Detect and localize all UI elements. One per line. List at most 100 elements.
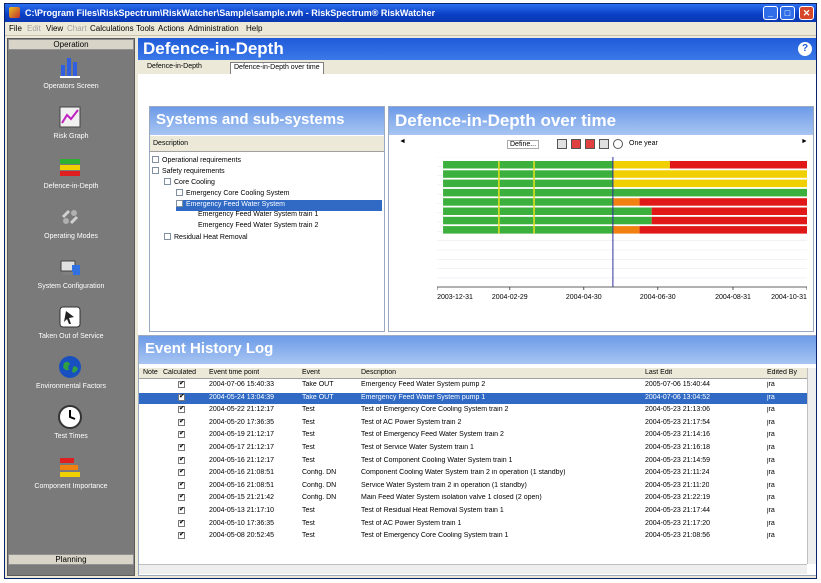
- sidebar-item-environmental-factors[interactable]: Environmental Factors: [8, 355, 134, 405]
- title-bar[interactable]: C:\Program Files\RiskSpectrum\RiskWatche…: [5, 4, 816, 22]
- sidebar-item-defence-in-depth[interactable]: Defence-in-Depth: [8, 155, 134, 205]
- checkmark-icon[interactable]: [178, 532, 185, 540]
- table-row[interactable]: 2004-05-19 21:12:17 Test Test of Emergency…: [139, 430, 807, 441]
- checkmark-icon[interactable]: [178, 393, 185, 401]
- calendar-red-icon[interactable]: [571, 139, 581, 149]
- calculated-checkbox[interactable]: [178, 381, 185, 390]
- maximize-button[interactable]: □: [780, 6, 795, 20]
- sidebar-item-operators-screen[interactable]: Operators Screen: [8, 55, 134, 105]
- tree-item[interactable]: Residual Heat Removal: [164, 233, 382, 244]
- table-row[interactable]: 2004-05-08 20:52:45 Test Test of Emergency…: [139, 531, 807, 542]
- checkmark-icon[interactable]: [178, 507, 185, 514]
- table-row[interactable]: 2004-05-16 21:08:51 Config. DN Component C…: [139, 468, 807, 479]
- calculated-checkbox[interactable]: [178, 406, 185, 415]
- menu-view[interactable]: View: [46, 24, 63, 33]
- vertical-scrollbar[interactable]: [807, 368, 816, 564]
- column-header-calculated[interactable]: Calculated: [163, 369, 196, 376]
- horizontal-scrollbar[interactable]: [139, 564, 807, 574]
- define-button[interactable]: Define...: [507, 140, 540, 149]
- calendar-icon[interactable]: [599, 139, 609, 149]
- table-row[interactable]: 2004-05-10 17:36:35 Test Test of AC Power …: [139, 519, 807, 530]
- app-icon[interactable]: [9, 7, 20, 18]
- help-icon[interactable]: ?: [798, 42, 812, 56]
- table-row-selected[interactable]: 2004-05-24 13:04:39 Take OUT Emergency Fee…: [139, 392, 807, 404]
- menu-edit[interactable]: Edit: [27, 24, 41, 33]
- column-header-event-time[interactable]: Event time point: [209, 369, 259, 376]
- checkmark-icon[interactable]: [178, 519, 185, 527]
- expand-icon[interactable]: [152, 156, 159, 163]
- sidebar-item-taken-out-of-service[interactable]: Taken Out of Service: [8, 305, 134, 355]
- sidebar-planning-header[interactable]: Planning: [8, 554, 134, 565]
- calendar-icon[interactable]: [557, 139, 567, 149]
- calculated-checkbox[interactable]: [178, 431, 185, 440]
- period-label[interactable]: One year: [629, 140, 658, 147]
- checkmark-icon[interactable]: [178, 481, 185, 489]
- column-header-edited-by[interactable]: Edited By: [767, 369, 797, 376]
- table-row[interactable]: 2004-05-17 21:12:17 Test Test of Service W…: [139, 443, 807, 454]
- menu-administration[interactable]: Administration: [188, 24, 239, 33]
- calculated-checkbox[interactable]: [178, 456, 185, 466]
- tab-defence-in-depth-over-time[interactable]: Defence-in-Depth over time: [230, 62, 324, 74]
- scroll-right-icon[interactable]: ►: [801, 138, 808, 145]
- column-header-description[interactable]: Description: [361, 369, 396, 376]
- sidebar-item-component-importance[interactable]: Component Importance: [8, 455, 134, 505]
- tree-item-selected[interactable]: Emergency Feed Water System: [176, 200, 382, 211]
- column-header-last-edit[interactable]: Last Edit: [645, 369, 672, 376]
- checkmark-icon[interactable]: [178, 444, 185, 451]
- close-button[interactable]: ✕: [799, 6, 814, 20]
- checkmark-icon[interactable]: [178, 381, 185, 388]
- menu-chart[interactable]: Chart: [67, 24, 87, 33]
- calculated-checkbox[interactable]: [178, 494, 185, 503]
- tree-item[interactable]: Emergency Feed Water System train 2: [198, 222, 382, 233]
- expand-icon[interactable]: [164, 233, 171, 240]
- table-row[interactable]: 2004-05-15 21:21:42 Config. DN Main Feed W…: [139, 493, 807, 504]
- tab-defence-in-depth[interactable]: Defence-in-Depth: [144, 62, 205, 74]
- checkmark-icon[interactable]: [178, 418, 185, 426]
- calculated-checkbox[interactable]: [178, 532, 185, 541]
- checkmark-icon[interactable]: [178, 494, 185, 502]
- tree-item[interactable]: Emergency Feed Water System train 1: [198, 211, 382, 222]
- menu-help[interactable]: Help: [246, 24, 262, 33]
- sidebar-item-risk-graph[interactable]: Risk Graph: [8, 105, 134, 155]
- scroll-left-icon[interactable]: ◄: [399, 138, 406, 145]
- tree-item[interactable]: Operational requirements: [152, 156, 382, 167]
- tree-item[interactable]: Emergency Core Cooling System: [176, 189, 382, 200]
- tree-item[interactable]: Safety requirements: [152, 167, 382, 178]
- clock-icon[interactable]: [613, 139, 623, 149]
- sidebar-item-system-configuration[interactable]: System Configuration: [8, 255, 134, 305]
- collapse-icon[interactable]: [164, 178, 171, 185]
- calculated-checkbox[interactable]: [178, 418, 185, 428]
- tree-item[interactable]: Core Cooling: [164, 178, 382, 189]
- calculated-checkbox[interactable]: [178, 469, 185, 478]
- table-row[interactable]: 2004-07-06 15:40:33 Take OUT Emergency Fee…: [139, 380, 807, 391]
- defence-timeline-chart[interactable]: 2003-12-31 2004-02-29 2004-04-30 2004-06-30…: [437, 157, 807, 305]
- calculated-checkbox[interactable]: [178, 481, 185, 491]
- calculated-checkbox[interactable]: [178, 507, 185, 516]
- column-header-note[interactable]: Note: [143, 369, 158, 376]
- calculated-checkbox[interactable]: [178, 393, 185, 403]
- description-column-header[interactable]: Description: [150, 136, 384, 152]
- collapse-icon[interactable]: [152, 167, 159, 174]
- sidebar-operation-header[interactable]: Operation: [8, 39, 134, 50]
- expand-icon[interactable]: [176, 189, 183, 196]
- minimize-button[interactable]: _: [763, 6, 778, 20]
- calculated-checkbox[interactable]: [178, 444, 185, 453]
- checkmark-icon[interactable]: [178, 469, 185, 477]
- menu-tools[interactable]: Tools: [136, 24, 155, 33]
- checkmark-icon[interactable]: [178, 456, 185, 464]
- menu-calculations[interactable]: Calculations: [90, 24, 134, 33]
- table-row[interactable]: 2004-05-16 21:08:51 Config. DN Service Wat…: [139, 481, 807, 492]
- menu-file[interactable]: File: [9, 24, 22, 33]
- calculated-checkbox[interactable]: [178, 519, 185, 529]
- table-row[interactable]: 2004-05-20 17:36:35 Test Test of AC Power …: [139, 418, 807, 429]
- checkmark-icon[interactable]: [178, 406, 185, 414]
- table-row[interactable]: 2004-05-13 21:17:10 Test Test of Residual …: [139, 506, 807, 517]
- table-row[interactable]: 2004-05-22 21:12:17 Test Test of Emergency…: [139, 405, 807, 416]
- calendar-red-icon[interactable]: [585, 139, 595, 149]
- collapse-icon[interactable]: [176, 200, 183, 207]
- menu-actions[interactable]: Actions: [158, 24, 184, 33]
- table-row[interactable]: 2004-05-16 21:12:17 Test Test of Component…: [139, 456, 807, 467]
- sidebar-item-operating-modes[interactable]: Operating Modes: [8, 205, 134, 255]
- column-header-event[interactable]: Event: [302, 369, 320, 376]
- sidebar-item-test-times[interactable]: Test Times: [8, 405, 134, 455]
